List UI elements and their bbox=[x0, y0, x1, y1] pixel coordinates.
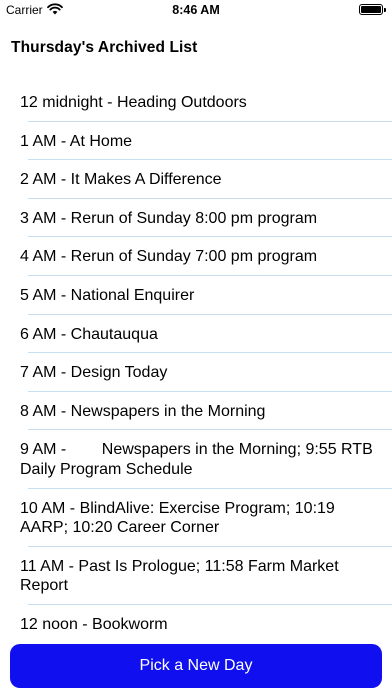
list-item[interactable]: 11 AM - Past Is Prologue; 11:58 Farm Mar… bbox=[0, 547, 392, 606]
list-item[interactable]: 4 AM - Rerun of Sunday 7:00 pm program bbox=[0, 237, 392, 276]
list-item[interactable]: 12 noon - Bookworm bbox=[0, 605, 392, 637]
list-item[interactable]: 5 AM - National Enquirer bbox=[0, 276, 392, 315]
screen: Carrier 8:46 AM Thursday's Archived List… bbox=[0, 0, 392, 696]
clock-time: 8:46 AM bbox=[172, 3, 220, 17]
status-bar: Carrier 8:46 AM bbox=[0, 0, 392, 22]
program-list[interactable]: 12 midnight - Heading Outdoors 1 AM - At … bbox=[0, 83, 392, 637]
list-item[interactable]: 7 AM - Design Today bbox=[0, 353, 392, 392]
page-title: Thursday's Archived List bbox=[11, 39, 198, 56]
pick-new-day-button[interactable]: Pick a New Day bbox=[10, 644, 382, 688]
list-item[interactable]: 12 midnight - Heading Outdoors bbox=[0, 83, 392, 122]
list-item[interactable]: 3 AM - Rerun of Sunday 8:00 pm program bbox=[0, 199, 392, 238]
list-item[interactable]: 1 AM - At Home bbox=[0, 122, 392, 161]
list-item[interactable]: 8 AM - Newspapers in the Morning bbox=[0, 392, 392, 431]
battery-icon bbox=[359, 4, 386, 15]
list-item[interactable]: 10 AM - BlindAlive: Exercise Program; 10… bbox=[0, 489, 392, 547]
list-item[interactable]: 9 AM - Newspapers in the Morning; 9:55 R… bbox=[0, 430, 392, 489]
list-item[interactable]: 6 AM - Chautauqua bbox=[0, 315, 392, 354]
list-item[interactable]: 2 AM - It Makes A Difference bbox=[0, 160, 392, 199]
